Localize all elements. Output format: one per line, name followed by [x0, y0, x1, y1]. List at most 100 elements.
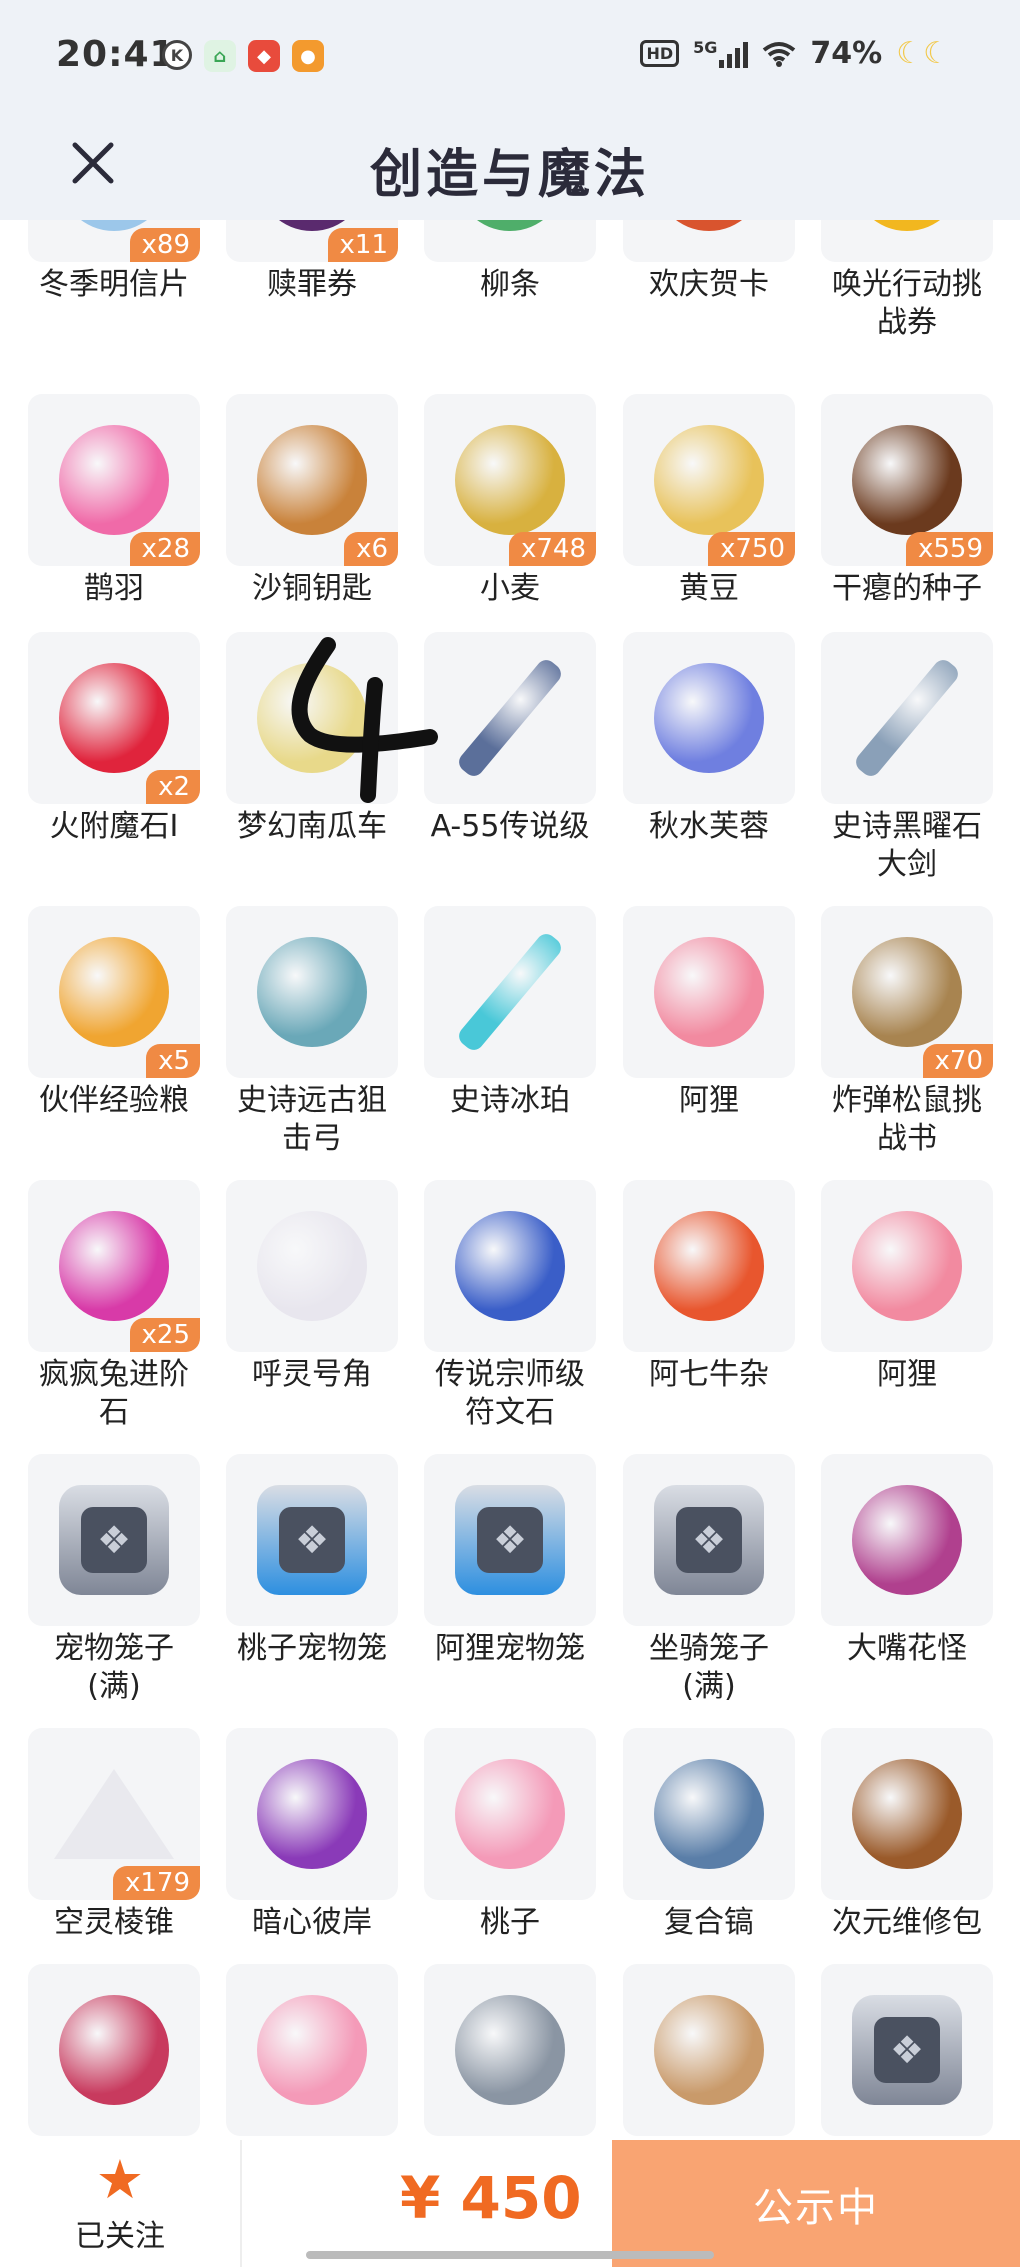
- spear-icon: [455, 930, 565, 1054]
- item-thumbnail: [424, 220, 596, 262]
- system-icons: HD 5G 74% ☾☾: [640, 36, 950, 71]
- page-title: 创造与魔法: [369, 145, 650, 205]
- pet-cage-icon: ❖: [852, 1995, 962, 2105]
- item-card[interactable]: 传说宗师级符文石: [424, 1180, 596, 1432]
- price: ¥ 450: [400, 2164, 582, 2232]
- item-card[interactable]: 次元维修包: [821, 1728, 993, 1942]
- item-thumbnail: x28: [28, 394, 200, 566]
- pet-cage-icon: ❖: [257, 1485, 367, 1595]
- item-card[interactable]: 史诗黑曜石大剑: [821, 632, 993, 884]
- item-thumbnail: [623, 1964, 795, 2136]
- quantity-badge: x559: [905, 532, 993, 566]
- item-card[interactable]: [226, 1964, 398, 2136]
- item-card[interactable]: 暗心彼岸: [226, 1728, 398, 1942]
- item-name: 唤光行动挑战券: [832, 267, 982, 340]
- wanted-poster-icon: [852, 937, 962, 1047]
- item-card[interactable]: ❖: [821, 1964, 993, 2136]
- item-card[interactable]: x559 干瘪的种子: [821, 394, 993, 608]
- item-name: 呼灵号角: [252, 1357, 372, 1392]
- item-thumbnail: x2: [28, 632, 200, 804]
- item-card[interactable]: ❖ 宠物笼子(满): [28, 1454, 200, 1706]
- item-card[interactable]: x5 伙伴经验粮: [28, 906, 200, 1120]
- item-thumbnail: x11: [226, 220, 398, 262]
- network-type: 5G: [693, 37, 718, 57]
- item-name: 小麦: [480, 571, 540, 606]
- item-name: 桃子: [480, 1905, 540, 1940]
- item-card[interactable]: x70 炸弹松鼠挑战书: [821, 906, 993, 1158]
- item-name: 欢庆贺卡: [649, 267, 769, 302]
- gun-icon: [455, 656, 565, 780]
- status-bar: 20:41 K ⌂ ◆ ● HD 5G 74% ☾☾: [0, 0, 1020, 110]
- stone-icon: [455, 1995, 565, 2105]
- item-card[interactable]: 史诗远古狙击弓: [226, 906, 398, 1158]
- item-card[interactable]: x748 小麦: [424, 394, 596, 608]
- item-card[interactable]: [623, 1964, 795, 2136]
- spider-lily-icon: [257, 1759, 367, 1869]
- item-card[interactable]: 唤光行动挑战券: [821, 220, 993, 342]
- item-card[interactable]: x25 疯疯兔进阶石: [28, 1180, 200, 1432]
- item-card[interactable]: A-55传说级: [424, 632, 596, 846]
- quantity-badge: x748: [508, 532, 596, 566]
- status-time: 20:41: [56, 34, 176, 75]
- bottom-bar: ★ 已关注 ¥ 450 公示中: [0, 2140, 1020, 2267]
- item-name: 柳条: [480, 267, 540, 302]
- pyramid-icon: [54, 1769, 174, 1859]
- home-indicator[interactable]: [306, 2251, 714, 2259]
- item-card[interactable]: x28 鹊羽: [28, 394, 200, 608]
- item-card[interactable]: 复合镐: [623, 1728, 795, 1942]
- item-card[interactable]: 史诗冰珀: [424, 906, 596, 1120]
- item-card[interactable]: x2 火附魔石I: [28, 632, 200, 846]
- item-name: 史诗冰珀: [450, 1083, 570, 1118]
- item-card[interactable]: [424, 1964, 596, 2136]
- item-card[interactable]: 柳条: [424, 220, 596, 304]
- item-name: 火附魔石I: [49, 809, 179, 844]
- item-card[interactable]: ❖ 阿狸宠物笼: [424, 1454, 596, 1668]
- item-card[interactable]: 秋水芙蓉: [623, 632, 795, 846]
- status-button[interactable]: 公示中: [612, 2140, 1020, 2267]
- item-card[interactable]: x179 空灵棱锥: [28, 1728, 200, 1942]
- item-card[interactable]: 大嘴花怪: [821, 1454, 993, 1668]
- rune-icon: [455, 1211, 565, 1321]
- item-card[interactable]: 阿狸: [623, 906, 795, 1120]
- item-name: 暗心彼岸: [252, 1905, 372, 1940]
- item-thumbnail: ❖: [424, 1454, 596, 1626]
- item-card[interactable]: ❖ 坐骑笼子(满): [623, 1454, 795, 1706]
- noodle-cup-icon: [654, 1211, 764, 1321]
- item-card[interactable]: x750 黄豆: [623, 394, 795, 608]
- item-thumbnail: [226, 1180, 398, 1352]
- item-name: 次元维修包: [832, 1905, 982, 1940]
- peach-bunny-icon: [257, 1995, 367, 2105]
- item-card[interactable]: x11 赎罪券: [226, 220, 398, 304]
- item-card[interactable]: 梦幻南瓜车: [226, 632, 398, 846]
- gem-icon: [59, 1211, 169, 1321]
- item-card[interactable]: x6 沙铜钥匙: [226, 394, 398, 608]
- follow-label: 已关注: [75, 2218, 165, 2254]
- follow-button[interactable]: ★ 已关注: [0, 2140, 242, 2267]
- item-thumbnail: [821, 1728, 993, 1900]
- key-icon: [257, 425, 367, 535]
- item-card[interactable]: 欢庆贺卡: [623, 220, 795, 304]
- item-card[interactable]: [28, 1964, 200, 2136]
- hd-icon: HD: [640, 40, 680, 67]
- item-thumbnail: ❖: [821, 1964, 993, 2136]
- item-name: 阿七牛杂: [649, 1357, 769, 1392]
- ahri-icon: [654, 937, 764, 1047]
- item-name: 梦幻南瓜车: [237, 809, 387, 844]
- item-card[interactable]: ❖ 桃子宠物笼: [226, 1454, 398, 1668]
- item-card[interactable]: 桃子: [424, 1728, 596, 1942]
- item-thumbnail: ❖: [28, 1454, 200, 1626]
- fire-stone-icon: [59, 663, 169, 773]
- item-name: 黄豆: [679, 571, 739, 606]
- item-card[interactable]: 阿狸: [821, 1180, 993, 1394]
- item-card[interactable]: 呼灵号角: [226, 1180, 398, 1394]
- item-thumbnail: [623, 1180, 795, 1352]
- item-thumbnail: x5: [28, 906, 200, 1078]
- item-thumbnail: [424, 1180, 596, 1352]
- item-thumbnail: [226, 906, 398, 1078]
- peach-bunny-icon: [455, 1759, 565, 1869]
- item-card[interactable]: 阿七牛杂: [623, 1180, 795, 1394]
- item-card[interactable]: x89 冬季明信片: [28, 220, 200, 304]
- signal-icon: 5G: [693, 37, 749, 68]
- quantity-badge: x28: [129, 532, 200, 566]
- red-app-icon: ◆: [248, 40, 280, 72]
